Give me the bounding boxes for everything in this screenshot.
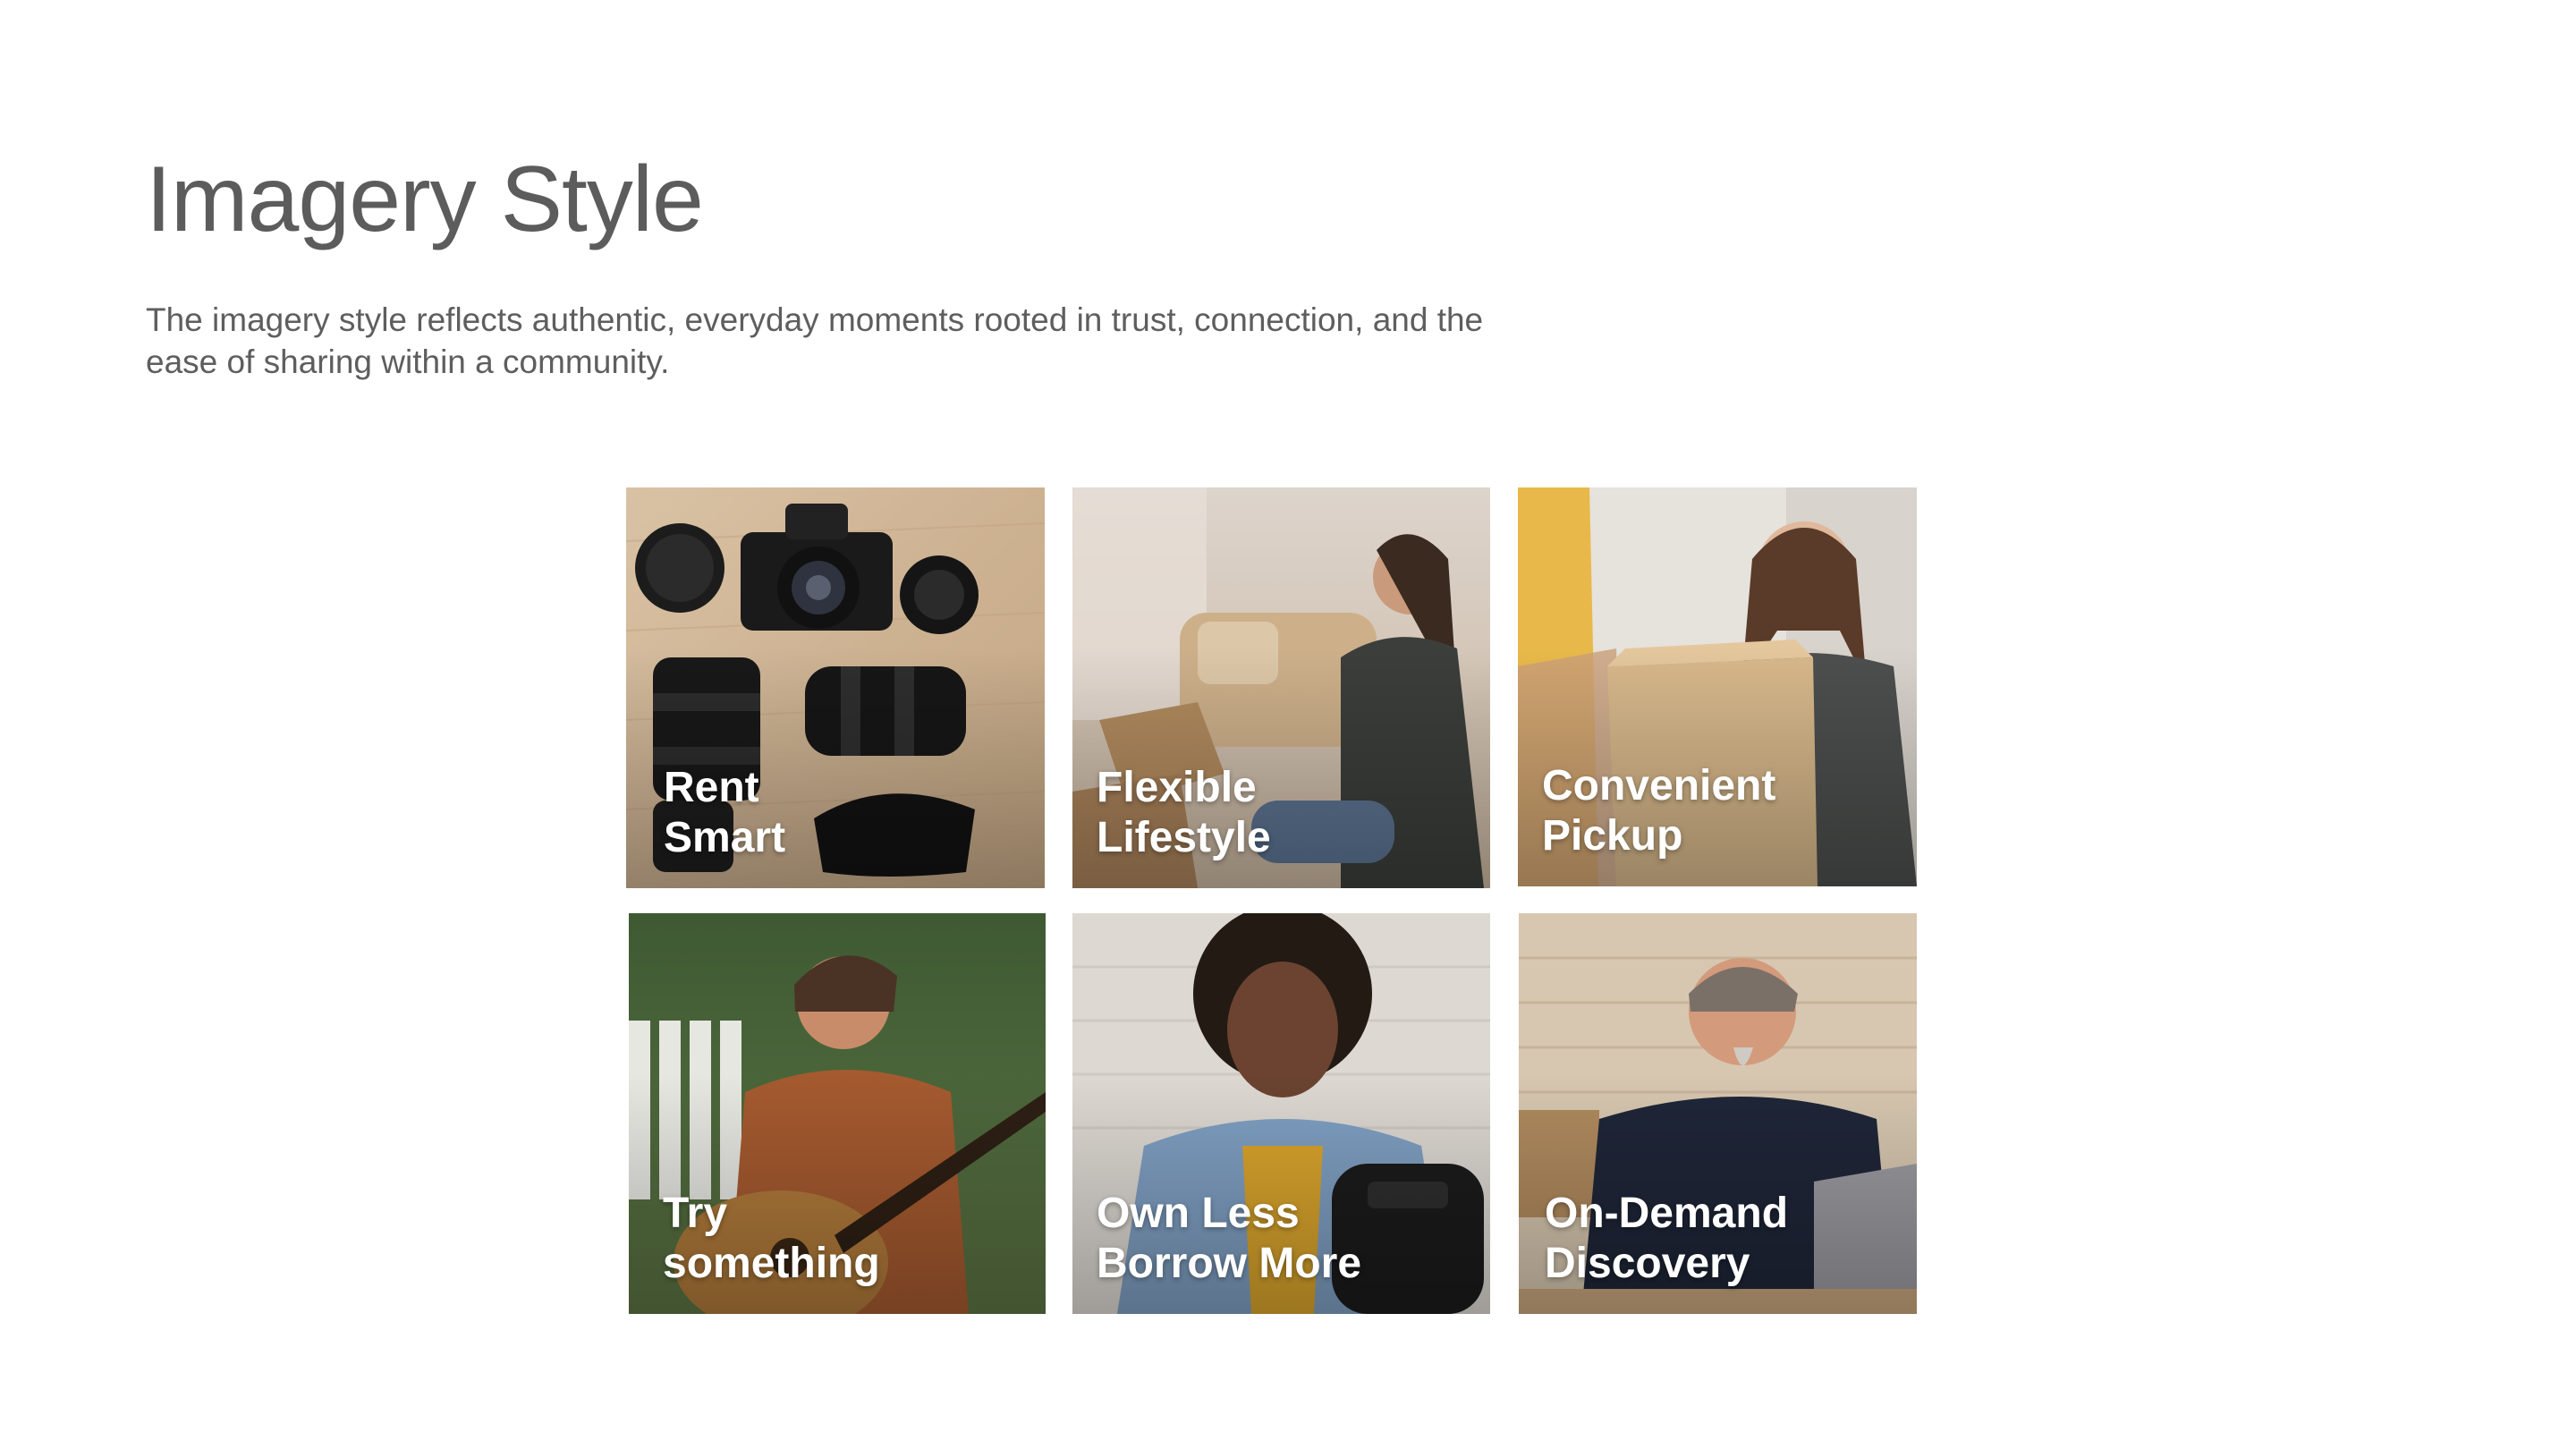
imagery-tile-rent-smart: Rent Smart xyxy=(626,487,1045,888)
tile-label: Convenient Pickup xyxy=(1542,762,1776,860)
imagery-tile-on-demand-discovery: On-Demand Discovery xyxy=(1519,913,1917,1314)
page-description: The imagery style reflects authentic, ev… xyxy=(146,301,1484,380)
tile-label: Rent Smart xyxy=(664,764,786,861)
tile-label: Flexible Lifestyle xyxy=(1097,764,1271,861)
tile-label: Own Less Borrow More xyxy=(1097,1190,1362,1287)
imagery-tile-try-something: Try something xyxy=(629,913,1046,1314)
imagery-tile-flexible-lifestyle: Flexible Lifestyle xyxy=(1072,487,1490,888)
imagery-tile-own-less-borrow-more: Own Less Borrow More xyxy=(1072,913,1490,1314)
page-title: Imagery Style xyxy=(146,148,704,251)
imagery-tile-convenient-pickup: Convenient Pickup xyxy=(1518,487,1917,886)
tile-label: Try something xyxy=(663,1190,880,1287)
tile-label: On-Demand Discovery xyxy=(1545,1190,1789,1287)
